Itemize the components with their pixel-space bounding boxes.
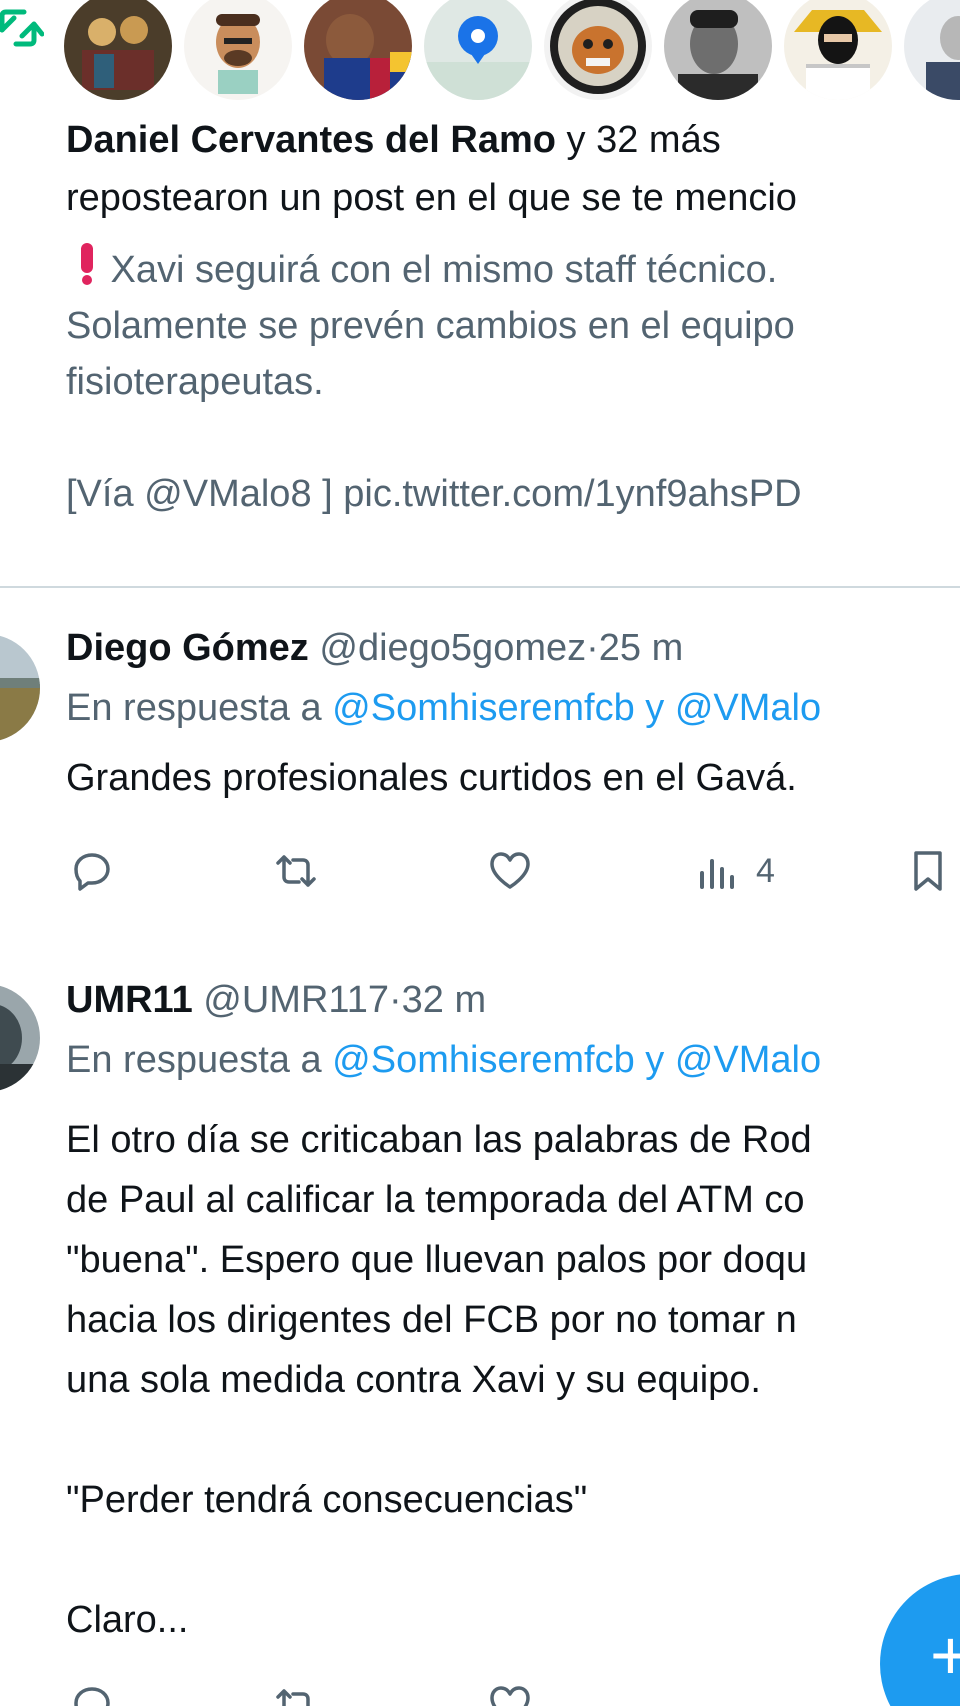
- reply-context: En respuesta a @Somhiseremfcb y @VMalo: [66, 1030, 960, 1090]
- tweet-text-line: de Paul al calificar la temporada del AT…: [66, 1179, 805, 1221]
- bookmark-button[interactable]: [904, 836, 952, 906]
- repost-icon: [0, 8, 45, 58]
- avatar[interactable]: [544, 0, 652, 100]
- tweet-actions: 4: [0, 836, 960, 906]
- handle[interactable]: @diego5gomez: [319, 627, 586, 669]
- separator-dot: ·: [388, 979, 402, 1021]
- reply-button[interactable]: [68, 836, 116, 906]
- reply-prefix: En respuesta a: [66, 687, 333, 729]
- avatar[interactable]: [0, 634, 40, 742]
- plus-icon: +: [930, 1616, 960, 1694]
- quoted-post-line-2: Solamente se prevén cambios en el equipo: [66, 305, 795, 347]
- tweet-header: UMR11 @UMR117·32 m: [66, 970, 960, 1030]
- avatar[interactable]: [664, 0, 772, 100]
- avatar[interactable]: [784, 0, 892, 100]
- heart-icon: [490, 852, 530, 889]
- views-count: 4: [756, 851, 775, 890]
- avatar[interactable]: [184, 0, 292, 100]
- actor-suffix: y 32 más: [555, 119, 721, 161]
- exclamation-icon: [74, 241, 100, 303]
- reply-mentions[interactable]: @Somhiseremfcb y @VMalo: [332, 1039, 821, 1081]
- tweet-text-line: "buena". Espero que lluevan palos por do…: [66, 1239, 808, 1281]
- repost-icon: [276, 1689, 310, 1706]
- tweet-header: Diego Gómez @diego5gomez·25 m: [66, 618, 960, 678]
- quoted-text: Xavi seguirá con el mismo staff técnico.: [100, 249, 778, 291]
- reposter-avatars: [64, 0, 960, 100]
- tweet-text-line: una sola medida contra Xavi y su equipo.: [66, 1359, 761, 1401]
- tweet-text-line: hacia los dirigentes del FCB por no toma…: [66, 1299, 797, 1341]
- like-button[interactable]: [486, 1670, 534, 1706]
- reply-prefix: En respuesta a: [66, 1039, 333, 1081]
- like-button[interactable]: [486, 836, 534, 906]
- quoted-post-line-3: fisioterapeutas.: [66, 361, 324, 403]
- repost-icon: [276, 855, 316, 887]
- repost-button[interactable]: [272, 836, 320, 906]
- heart-icon: [490, 1686, 530, 1706]
- bar-chart-icon: [700, 859, 734, 889]
- separator-dot: ·: [586, 627, 599, 669]
- timeline: Daniel Cervantes del Ramo y 32 más repos…: [0, 0, 960, 1706]
- timestamp[interactable]: 32 m: [402, 979, 486, 1021]
- reply-context: En respuesta a @Somhiseremfcb y @VMalo: [66, 678, 960, 738]
- tweet-text-line: Claro...: [66, 1599, 189, 1641]
- tweet-text-line: "Perder tendrá consecuencias": [66, 1479, 588, 1521]
- avatar[interactable]: [64, 0, 172, 100]
- tweet[interactable]: UMR11 @UMR117·32 m En respuesta a @Somhi…: [0, 940, 960, 1706]
- reply-button[interactable]: [68, 1670, 116, 1706]
- reply-mentions[interactable]: @Somhiseremfcb y @VMalo: [332, 687, 821, 729]
- avatar[interactable]: [904, 0, 960, 100]
- notification-text-line-2: repostearon un post en el que se te menc…: [66, 177, 797, 219]
- avatar[interactable]: [304, 0, 412, 100]
- handle[interactable]: @UMR117: [203, 979, 389, 1021]
- actor-name[interactable]: Daniel Cervantes del Ramo: [66, 119, 556, 161]
- display-name[interactable]: UMR11: [66, 979, 193, 1021]
- display-name[interactable]: Diego Gómez: [66, 627, 309, 669]
- avatar[interactable]: [0, 984, 40, 1092]
- tweet-actions: [0, 1670, 960, 1706]
- repost-notification[interactable]: Daniel Cervantes del Ramo y 32 más repos…: [0, 0, 960, 588]
- repost-button[interactable]: [272, 1670, 320, 1706]
- tweet-text-line: El otro día se criticaban las palabras d…: [66, 1119, 812, 1161]
- avatar[interactable]: [424, 0, 532, 100]
- quoted-post-line-4: [Vía @VMalo8 ] pic.twitter.com/1ynf9ahsP…: [66, 473, 802, 515]
- bookmark-icon: [914, 851, 942, 891]
- tweet[interactable]: Diego Gómez @diego5gomez·25 m En respues…: [0, 588, 960, 930]
- reply-icon: [74, 1687, 110, 1706]
- reply-icon: [74, 853, 110, 891]
- quoted-post-line-1: Xavi seguirá con el mismo staff técnico.: [66, 240, 960, 303]
- notification-text-line-1: Daniel Cervantes del Ramo y 32 más: [66, 110, 960, 170]
- timestamp[interactable]: 25 m: [599, 627, 683, 669]
- tweet-text: Grandes profesionales curtidos en el Gav…: [66, 757, 797, 799]
- views-button[interactable]: 4: [694, 836, 775, 906]
